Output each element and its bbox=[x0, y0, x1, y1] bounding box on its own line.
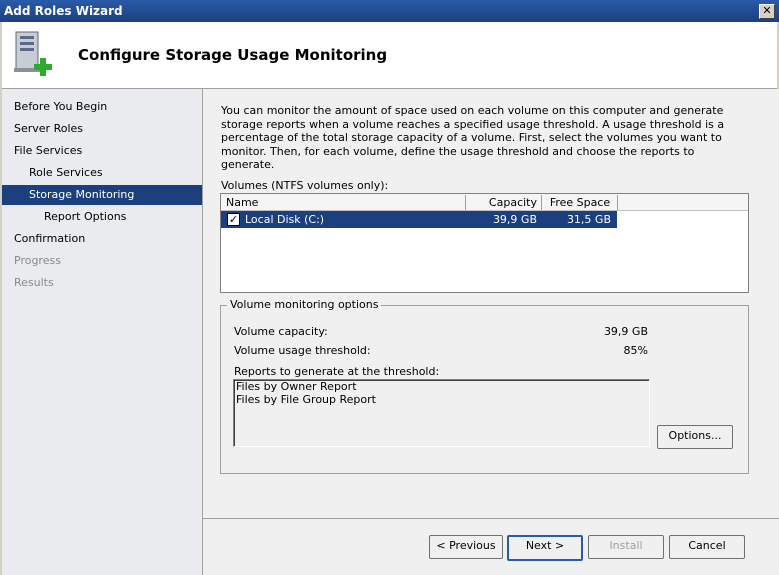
reports-list: Files by Owner Report Files by File Grou… bbox=[233, 379, 650, 447]
page-title: Configure Storage Usage Monitoring bbox=[78, 46, 388, 64]
list-item: Files by File Group Report bbox=[236, 393, 376, 406]
server-add-icon bbox=[14, 31, 52, 76]
capacity-label: Volume capacity: bbox=[234, 325, 328, 338]
volumes-list-header: Name Capacity Free Space bbox=[221, 194, 748, 211]
cancel-button[interactable]: Cancel bbox=[669, 535, 745, 559]
nav-item-progress: Progress bbox=[14, 254, 61, 267]
nav-item-file-services[interactable]: File Services bbox=[14, 141, 82, 161]
close-icon[interactable]: ✕ bbox=[759, 4, 775, 19]
volume-name: Local Disk (C:) bbox=[245, 213, 325, 226]
nav-item-before-you-begin[interactable]: Before You Begin bbox=[14, 97, 107, 117]
window-title: Add Roles Wizard bbox=[4, 4, 123, 18]
volumes-list[interactable]: Name Capacity Free Space ✓ Local Disk (C… bbox=[220, 193, 749, 293]
options-legend: Volume monitoring options bbox=[227, 298, 382, 311]
reports-label: Reports to generate at the threshold: bbox=[234, 365, 440, 378]
column-header-name[interactable]: Name bbox=[221, 195, 466, 210]
next-button[interactable]: Next > bbox=[507, 535, 583, 561]
list-item: Files by Owner Report bbox=[236, 380, 357, 393]
volume-monitoring-options: Volume monitoring options Volume capacit… bbox=[220, 298, 749, 474]
intro-text: You can monitor the amount of space used… bbox=[221, 104, 725, 171]
nav-item-report-options[interactable]: Report Options bbox=[44, 207, 126, 227]
column-header-free-space[interactable]: Free Space bbox=[543, 195, 618, 210]
capacity-value: 39,9 GB bbox=[603, 325, 648, 338]
nav-item-role-services[interactable]: Role Services bbox=[29, 163, 103, 183]
title-bar: Add Roles Wizard ✕ bbox=[0, 0, 779, 22]
threshold-label: Volume usage threshold: bbox=[234, 344, 371, 357]
nav-item-server-roles[interactable]: Server Roles bbox=[14, 119, 83, 139]
main-panel: You can monitor the amount of space used… bbox=[203, 89, 779, 575]
volume-checkbox[interactable]: ✓ bbox=[227, 213, 240, 226]
nav-item-storage-monitoring[interactable]: Storage Monitoring bbox=[2, 185, 202, 205]
install-button: Install bbox=[588, 535, 664, 559]
wizard-nav: Before You Begin Server Roles File Servi… bbox=[2, 89, 203, 575]
threshold-value: 85% bbox=[623, 344, 648, 357]
volume-capacity: 39,9 GB bbox=[492, 213, 537, 226]
column-header-capacity[interactable]: Capacity bbox=[467, 195, 542, 210]
nav-item-confirmation[interactable]: Confirmation bbox=[14, 229, 85, 249]
nav-item-results: Results bbox=[14, 276, 54, 289]
volumes-label: Volumes (NTFS volumes only): bbox=[221, 179, 389, 192]
footer-divider bbox=[203, 518, 779, 519]
options-button[interactable]: Options... bbox=[657, 425, 733, 449]
wizard-header: Configure Storage Usage Monitoring bbox=[2, 22, 777, 89]
volume-row[interactable]: ✓ Local Disk (C:) 39,9 GB 31,5 GB bbox=[221, 211, 617, 228]
volume-free-space: 31,5 GB bbox=[566, 213, 611, 226]
previous-button[interactable]: < Previous bbox=[429, 535, 503, 559]
